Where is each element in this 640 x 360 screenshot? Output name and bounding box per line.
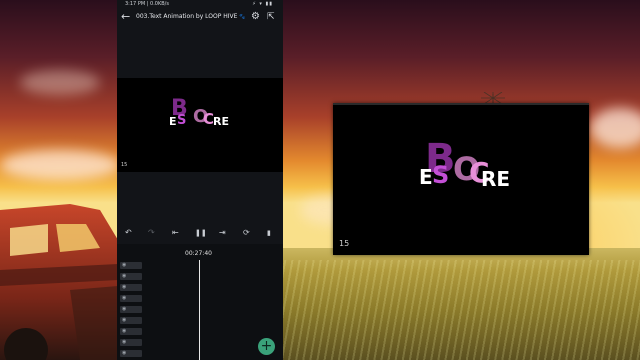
letter-re: RE (213, 115, 229, 128)
timeline-layer-row[interactable]: ◉ (120, 317, 142, 324)
timecode: 00:27:40 (185, 250, 212, 257)
paw-icon: 🐾 (239, 14, 246, 20)
frame-number: 15 (339, 239, 350, 248)
add-layer-button[interactable]: + (258, 338, 275, 355)
eye-icon[interactable]: ◉ (122, 306, 126, 313)
timeline-layer-row[interactable]: ◉ (120, 306, 142, 313)
editor-topbar: ← 003.Text Animation by LOOP HIVE 🐾 ⚙ ⇱ (117, 8, 283, 26)
status-bar: 3:17 PM | 0.0KB/s ⚡ ▾ ▮▮ (117, 0, 283, 8)
redo-icon[interactable]: ↷ (148, 226, 155, 240)
eye-icon[interactable]: ◉ (122, 273, 126, 280)
letter-re: RE (481, 167, 511, 191)
back-arrow-icon[interactable]: ← (121, 9, 130, 25)
timeline-layer-row[interactable]: ◉ (120, 295, 142, 302)
eye-icon[interactable]: ◉ (122, 284, 126, 291)
cloud (20, 70, 100, 95)
timeline-layer-row[interactable]: ◉ (120, 273, 142, 280)
skip-forward-icon[interactable]: ⇥ (219, 226, 226, 240)
timeline-layer-row[interactable]: ◉ (120, 350, 142, 357)
letter-s: S (177, 113, 187, 128)
letter-e: E (169, 115, 177, 128)
old-truck (0, 204, 118, 360)
eye-icon[interactable]: ◉ (122, 295, 126, 302)
eye-icon[interactable]: ◉ (122, 328, 126, 335)
letter-s: S (432, 161, 450, 189)
floating-preview-window[interactable]: B E S O C RE 15 (333, 103, 589, 255)
timeline-layer-row[interactable]: ◉ (120, 339, 142, 346)
cloud (0, 150, 120, 180)
eye-icon[interactable]: ◉ (122, 262, 126, 269)
phone-screen: 3:17 PM | 0.0KB/s ⚡ ▾ ▮▮ ← 003.Text Anim… (117, 0, 283, 360)
skip-back-icon[interactable]: ⇤ (172, 226, 179, 240)
letter-e: E (419, 165, 433, 189)
canvas-preview[interactable]: B E S O C RE 15 (117, 78, 283, 172)
share-icon[interactable]: ⇱ (267, 9, 275, 25)
eye-icon[interactable]: ◉ (122, 350, 126, 357)
timeline-layer-row[interactable]: ◉ (120, 284, 142, 291)
gear-icon[interactable]: ⚙ (251, 9, 260, 25)
pause-icon[interactable]: ❚❚ (195, 226, 207, 240)
frame-number: 15 (121, 162, 128, 168)
undo-icon[interactable]: ↶ (125, 226, 132, 240)
bookmark-icon[interactable]: ▮ (267, 226, 271, 240)
eye-icon[interactable]: ◉ (122, 317, 126, 324)
loop-icon[interactable]: ⟳ (243, 226, 250, 240)
status-icons: ⚡ ▾ ▮▮ (252, 1, 273, 7)
playhead[interactable] (199, 260, 200, 360)
project-title: 003.Text Animation by LOOP HIVE 🐾 (136, 13, 246, 20)
eye-icon[interactable]: ◉ (122, 339, 126, 346)
status-time: 3:17 PM | 0.0KB/s (125, 1, 169, 7)
timeline-layer-row[interactable]: ◉ (120, 262, 142, 269)
playback-controls: ↶ ↷ ⇤ ❚❚ ⇥ ⟳ ▮ (117, 226, 283, 240)
timeline-layer-row[interactable]: ◉ (120, 328, 142, 335)
